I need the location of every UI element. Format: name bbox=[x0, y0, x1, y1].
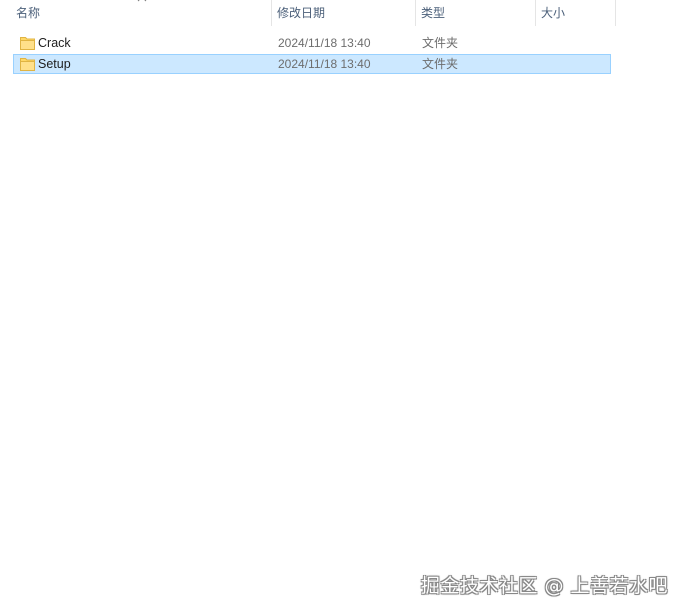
column-header-bar: 名称 修改日期 类型 大小 bbox=[0, 0, 616, 26]
file-row-crack[interactable]: Crack 2024/11/18 13:40 文件夹 bbox=[13, 33, 611, 53]
column-header-size[interactable]: 大小 bbox=[535, 0, 616, 26]
column-header-type[interactable]: 类型 bbox=[415, 0, 535, 26]
column-divider[interactable] bbox=[615, 0, 616, 26]
file-type: 文件夹 bbox=[422, 57, 459, 71]
watermark-text: 掘金技术社区 @ 上善若水吧 bbox=[420, 575, 668, 597]
file-row-setup[interactable]: Setup 2024/11/18 13:40 文件夹 bbox=[13, 54, 611, 74]
file-modified-date: 2024/11/18 13:40 bbox=[278, 36, 371, 50]
file-name: Crack bbox=[38, 36, 71, 50]
folder-icon bbox=[20, 37, 35, 50]
file-modified-date: 2024/11/18 13:40 bbox=[278, 57, 371, 71]
file-type: 文件夹 bbox=[422, 36, 459, 50]
column-header-name[interactable]: 名称 bbox=[10, 0, 271, 26]
column-header-modified[interactable]: 修改日期 bbox=[271, 0, 415, 26]
file-name: Setup bbox=[38, 57, 71, 71]
folder-icon bbox=[20, 58, 35, 71]
